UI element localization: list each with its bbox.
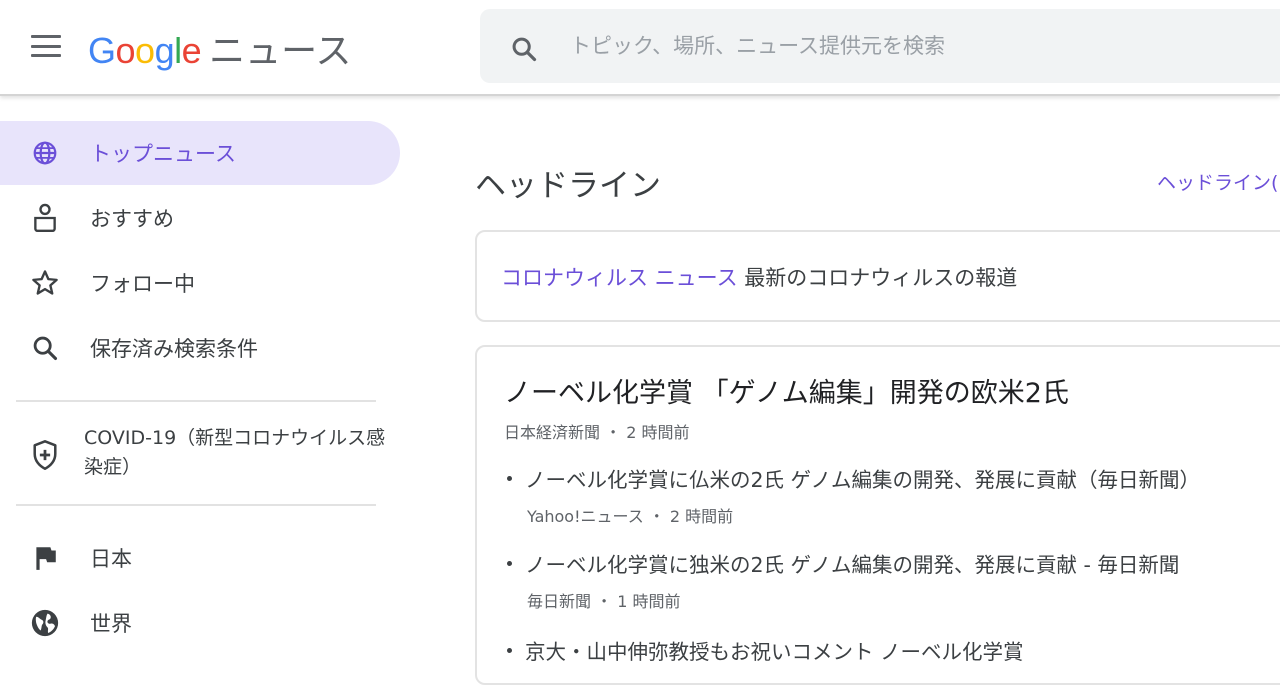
related-article-source[interactable]: 毎日新聞	[527, 592, 591, 611]
covid-banner-text: 最新のコロナウィルスの報道	[737, 266, 1018, 290]
sidebar-item-for-you[interactable]: おすすめ	[0, 186, 400, 250]
related-article-title[interactable]: ノーベル化学賞に仏米の2氏 ゲノム編集の開発、発展に貢献（毎日新聞）	[525, 463, 1200, 493]
bullet	[507, 647, 512, 653]
world-icon	[28, 606, 62, 640]
related-article-title[interactable]: 京大・山中伸弥教授もお祝いコメント ノーベル化学賞	[525, 635, 1024, 665]
related-article[interactable]: ノーベル化学賞に独米の2氏 ゲノム編集の開発、発展に貢献 - 毎日新聞 毎日新聞…	[504, 548, 1280, 612]
sidebar: トップニュース おすすめ フォロー中 保存済み検索条件 COVID-19（新型コ…	[0, 98, 420, 669]
star-icon	[28, 266, 62, 300]
related-article-time: 2 時間前	[669, 507, 734, 526]
sidebar-item-covid[interactable]: COVID-19（新型コロナウイルス感染症）	[0, 418, 400, 492]
sidebar-item-label: 保存済み検索条件	[90, 337, 258, 361]
sidebar-item-label: おすすめ	[90, 207, 174, 231]
shield-plus-icon	[28, 438, 62, 472]
sidebar-item-label: COVID-19（新型コロナウイルス感染症）	[84, 427, 386, 478]
flag-icon	[28, 541, 62, 575]
sidebar-item-following[interactable]: フォロー中	[0, 251, 400, 315]
search-input[interactable]	[570, 29, 1250, 63]
divider	[16, 504, 376, 506]
bullet	[507, 560, 512, 566]
meta-separator: ・	[643, 507, 670, 526]
top-app-bar: Google ニュース	[0, 0, 1280, 96]
search-box[interactable]	[480, 9, 1280, 83]
search-icon[interactable]	[510, 35, 538, 63]
person-icon	[28, 201, 62, 235]
related-article[interactable]: 京大・山中伸弥教授もお祝いコメント ノーベル化学賞	[504, 635, 1280, 665]
related-article[interactable]: ノーベル化学賞に仏米の2氏 ゲノム編集の開発、発展に貢献（毎日新聞） Yahoo…	[504, 463, 1280, 527]
sidebar-item-saved-searches[interactable]: 保存済み検索条件	[0, 316, 400, 380]
sidebar-item-label: トップニュース	[90, 142, 236, 166]
related-article-time: 1 時間前	[617, 592, 681, 611]
story-source[interactable]: 日本経済新聞	[504, 423, 600, 442]
meta-separator: ・	[600, 423, 627, 442]
sidebar-item-world[interactable]: 世界	[0, 591, 400, 655]
story-card: ノーベル化学賞 「ゲノム編集」開発の欧米2氏 日本経済新聞 ・ 2 時間前 ノー…	[475, 345, 1280, 685]
related-article-title[interactable]: ノーベル化学賞に独米の2氏 ゲノム編集の開発、発展に貢献 - 毎日新聞	[525, 548, 1179, 578]
sidebar-item-japan[interactable]: 日本	[0, 526, 400, 590]
search-icon	[28, 331, 62, 365]
google-wordmark: Google	[88, 30, 202, 71]
product-name: ニュース	[209, 31, 352, 72]
related-article-meta: Yahoo!ニュース ・ 2 時間前	[527, 503, 1280, 527]
globe-icon	[28, 136, 62, 170]
covid-banner: コロナウィルス ニュース 最新のコロナウィルスの報道	[501, 262, 1017, 292]
related-article-source[interactable]: Yahoo!ニュース	[527, 507, 644, 526]
covid-news-link[interactable]: コロナウィルス ニュース	[501, 266, 738, 290]
main-content: ヘッドライン ヘッドライン( コロナウィルス ニュース 最新のコロナウィルスの報…	[420, 98, 1280, 685]
sidebar-item-label: 世界	[90, 612, 132, 636]
sidebar-item-top-news[interactable]: トップニュース	[0, 121, 400, 185]
google-news-logo[interactable]: Google ニュース	[88, 22, 351, 72]
bullet	[507, 475, 512, 481]
menu-icon[interactable]	[28, 30, 64, 62]
meta-separator: ・	[591, 592, 618, 611]
sidebar-item-label: フォロー中	[90, 272, 195, 296]
story-time: 2 時間前	[626, 423, 690, 442]
sidebar-item-label: 日本	[90, 547, 132, 571]
covid-banner-card[interactable]: コロナウィルス ニュース 最新のコロナウィルスの報道	[475, 230, 1280, 322]
story-title[interactable]: ノーベル化学賞 「ゲノム編集」開発の欧米2氏	[504, 371, 1069, 410]
divider	[16, 400, 376, 402]
related-article-meta: 毎日新聞 ・ 1 時間前	[527, 588, 1280, 612]
headlines-more-link[interactable]: ヘッドライン(	[1157, 168, 1278, 195]
section-title: ヘッドライン	[475, 168, 661, 204]
story-meta: 日本経済新聞 ・ 2 時間前	[504, 419, 689, 443]
